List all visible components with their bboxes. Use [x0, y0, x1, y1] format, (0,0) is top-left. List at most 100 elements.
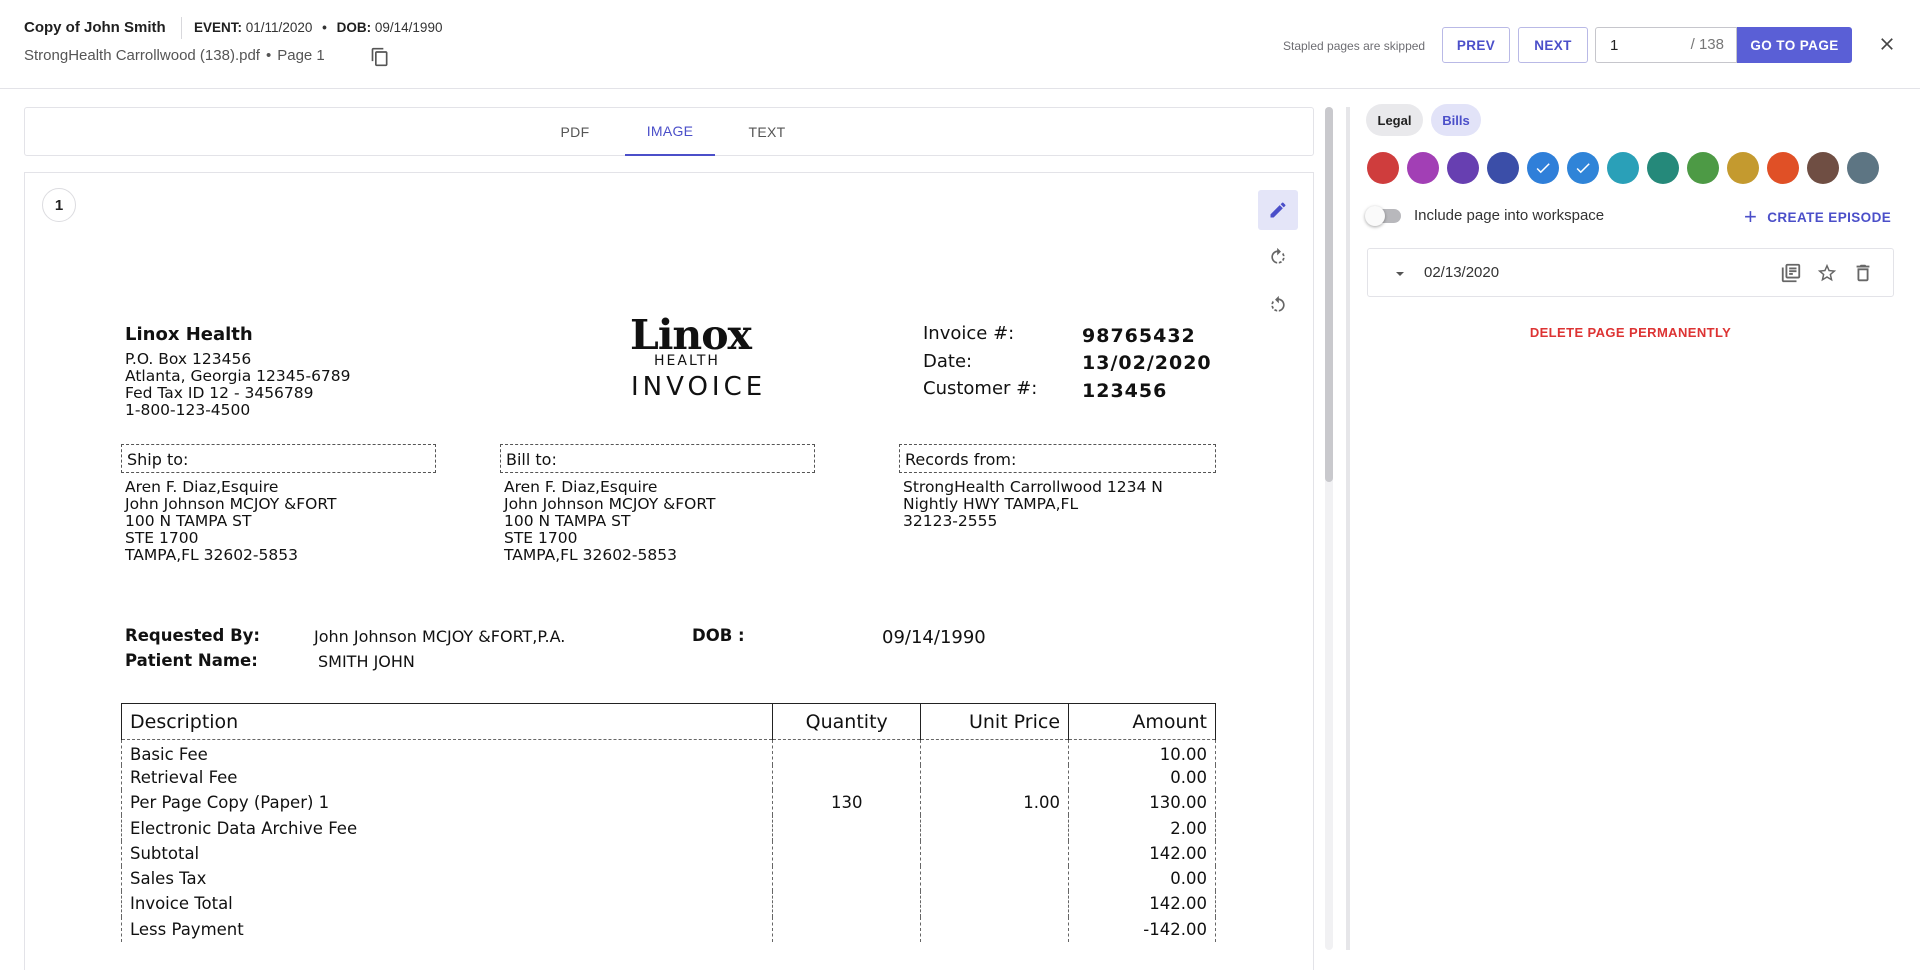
records-from-label: Records from:	[905, 450, 1017, 469]
invoice-items-table: Description Quantity Unit Price Amount B…	[120, 703, 1216, 942]
next-button[interactable]: NEXT	[1518, 27, 1588, 63]
library-books-icon[interactable]	[1780, 262, 1802, 284]
toggle-knob[interactable]	[1365, 206, 1385, 226]
color-swatch[interactable]	[1407, 152, 1439, 184]
include-workspace-label: Include page into workspace	[1414, 207, 1605, 224]
star-icon[interactable]	[1816, 262, 1838, 284]
bill-to-label: Bill to:	[506, 450, 557, 469]
invoice-number: 98765432	[1082, 325, 1196, 347]
cell-quantity	[772, 764, 922, 791]
color-swatch[interactable]	[1847, 152, 1879, 184]
category-chip-bills[interactable]: Bills	[1431, 104, 1481, 136]
vendor-phone: 1-800-123-4500	[125, 401, 251, 419]
tab-pdf[interactable]: PDF	[545, 108, 605, 156]
invoice-number-label: Invoice #:	[923, 323, 1015, 344]
table-row: Basic Fee 10.00	[120, 739, 1216, 765]
cell-unit-price	[920, 840, 1070, 866]
color-swatch[interactable]	[1687, 152, 1719, 184]
table-row: Less Payment -142.00	[120, 916, 1216, 942]
edit-page-button[interactable]	[1258, 190, 1298, 230]
file-info: StrongHealth Carrollwood (138).pdf • Page …	[24, 47, 325, 64]
table-row: Retrieval Fee 0.00	[120, 764, 1216, 791]
cell-quantity	[772, 815, 922, 841]
pencil-icon	[1270, 202, 1286, 218]
patient-dob-value: 09/14/1990	[882, 627, 986, 648]
delete-page-permanently-button[interactable]: DELETE PAGE PERMANENTLY	[1350, 325, 1911, 340]
ship-to-line: 100 N TAMPA ST	[125, 512, 252, 530]
category-chip-legal[interactable]: Legal	[1366, 104, 1423, 136]
prev-button[interactable]: PREV	[1442, 27, 1510, 63]
dob-value: 09/14/1990	[374, 20, 443, 35]
cell-amount: 142.00	[1068, 840, 1216, 866]
event-meta: EVENT: 01/11/2020 • DOB: 09/14/1990	[194, 20, 442, 35]
current-page-value[interactable]: 1	[1610, 37, 1618, 54]
check-icon	[1536, 163, 1550, 174]
column-header-description: Description	[120, 703, 774, 740]
color-swatch[interactable]	[1527, 152, 1559, 184]
color-swatch[interactable]	[1727, 152, 1759, 184]
column-header-unit-price: Unit Price	[920, 703, 1070, 740]
tab-text[interactable]: TEXT	[737, 108, 797, 156]
close-icon[interactable]	[1877, 34, 1897, 54]
cell-description: Invoice Total	[120, 891, 774, 917]
color-swatch[interactable]	[1607, 152, 1639, 184]
episode-row: 02/13/2020	[1367, 248, 1894, 297]
cell-unit-price	[920, 815, 1070, 841]
rotate-right-icon	[1271, 247, 1285, 264]
copy-icon[interactable]	[370, 47, 390, 67]
table-row: Invoice Total 142.00	[120, 891, 1216, 917]
trash-icon[interactable]	[1852, 262, 1874, 284]
requested-by-value: John Johnson MCJOY &FORT,P.A.	[314, 627, 566, 646]
cell-amount: 130.00	[1068, 790, 1216, 816]
cell-unit-price	[920, 764, 1070, 791]
rotate-left-button[interactable]	[1258, 285, 1298, 325]
ship-to-line: STE 1700	[125, 529, 199, 547]
color-swatch[interactable]	[1807, 152, 1839, 184]
file-page-label: Page 1	[277, 47, 325, 64]
rotate-left-icon	[1271, 295, 1285, 312]
total-pages: / 138	[1690, 36, 1724, 53]
vendor-tax-id: Fed Tax ID 12 - 3456789	[125, 384, 314, 402]
vendor-address-line: Atlanta, Georgia 12345-6789	[125, 367, 351, 385]
episode-date: 02/13/2020	[1424, 264, 1500, 281]
color-swatch[interactable]	[1487, 152, 1519, 184]
color-swatch[interactable]	[1567, 152, 1599, 184]
cell-amount: 0.00	[1068, 865, 1216, 892]
scrollbar-thumb[interactable]	[1325, 107, 1333, 482]
records-from-line: 32123-2555	[903, 512, 998, 530]
patient-dob-label: DOB :	[692, 626, 745, 645]
expand-caret-icon[interactable]	[1394, 267, 1406, 285]
patient-name-value: SMITH JOHN	[318, 652, 415, 671]
table-row: Subtotal 142.00	[120, 840, 1216, 866]
include-workspace-toggle[interactable]	[1365, 206, 1401, 226]
color-swatch[interactable]	[1367, 152, 1399, 184]
color-swatch[interactable]	[1647, 152, 1679, 184]
invoice-date: 13/02/2020	[1082, 352, 1212, 374]
viewer-scrollbar[interactable]	[1325, 107, 1333, 950]
bill-to-line: TAMPA,FL 32602-5853	[504, 546, 677, 564]
requested-by-label: Requested By:	[125, 626, 261, 645]
page-number-input[interactable]: 1 / 138	[1595, 27, 1737, 63]
vendor-logo-sub: HEALTH	[654, 353, 720, 369]
cell-description: Subtotal	[120, 840, 774, 866]
color-swatch[interactable]	[1447, 152, 1479, 184]
invoice-document: Linox Health P.O. Box 123456 Atlanta, Ge…	[25, 173, 1313, 970]
bill-to-line: Aren F. Diaz,Esquire	[504, 478, 658, 496]
go-to-page-button[interactable]: GO TO PAGE	[1737, 27, 1852, 63]
create-episode-button[interactable]: + CREATE EPISODE	[1744, 204, 1891, 230]
column-header-amount: Amount	[1068, 703, 1216, 740]
file-separator: •	[265, 47, 272, 64]
dob-label: DOB:	[336, 20, 372, 35]
customer-number: 123456	[1082, 380, 1168, 402]
cell-quantity: 130	[772, 790, 922, 816]
invoice-heading: INVOICE	[631, 372, 767, 402]
rotate-right-button[interactable]	[1258, 237, 1298, 277]
records-from-box: Records from:	[899, 444, 1216, 473]
table-header-row: Description Quantity Unit Price Amount	[120, 703, 1216, 740]
bill-to-box: Bill to:	[500, 444, 815, 473]
column-header-quantity: Quantity	[772, 703, 922, 740]
tab-image[interactable]: IMAGE	[625, 108, 715, 156]
ship-to-line: TAMPA,FL 32602-5853	[125, 546, 298, 564]
cell-quantity	[772, 891, 922, 917]
color-swatch[interactable]	[1767, 152, 1799, 184]
